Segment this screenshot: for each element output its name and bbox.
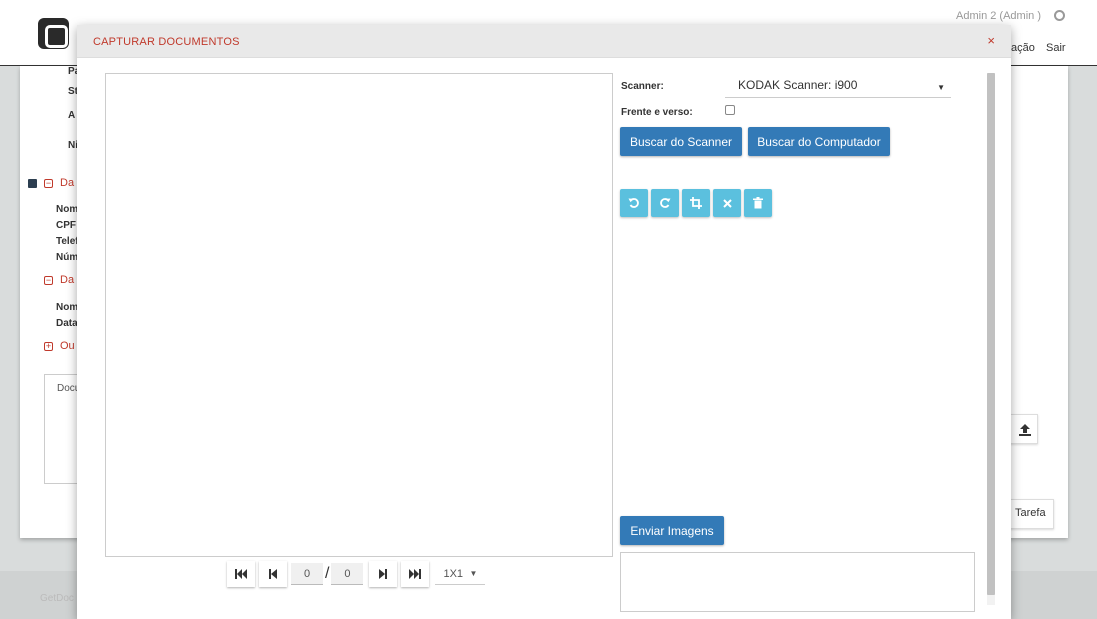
- computer-button[interactable]: Buscar do Computador: [748, 127, 890, 156]
- section-title[interactable]: Da: [60, 177, 74, 189]
- delete-button[interactable]: [713, 189, 741, 217]
- rotate-right-button[interactable]: [651, 189, 679, 217]
- duplex-checkbox[interactable]: [725, 105, 735, 115]
- first-page-icon: [235, 569, 247, 579]
- scrollbar[interactable]: [987, 73, 995, 605]
- scanner-select[interactable]: KODAK Scanner: i900 ▼: [725, 78, 951, 98]
- scan-button[interactable]: Buscar do Scanner: [620, 127, 742, 156]
- field-label: Nom: [56, 302, 79, 313]
- crop-button[interactable]: [682, 189, 710, 217]
- expand-icon[interactable]: +: [44, 342, 53, 351]
- first-page-button[interactable]: [227, 561, 255, 587]
- close-icon: [722, 198, 732, 208]
- total-pages: 0: [331, 563, 364, 585]
- current-page-input[interactable]: 0: [291, 563, 323, 585]
- nav-logout[interactable]: Sair: [1046, 42, 1066, 54]
- zoom-value: 1X1: [443, 567, 464, 580]
- user-icon[interactable]: [1054, 10, 1065, 21]
- rotate-right-icon: [660, 198, 671, 208]
- zoom-select[interactable]: 1X1 ▼: [435, 563, 486, 585]
- section-title[interactable]: Da: [60, 274, 74, 286]
- field-label: A: [68, 110, 76, 121]
- field-label: Telef: [56, 236, 79, 247]
- rotate-left-icon: [628, 198, 639, 208]
- chevron-down-icon: ▼: [937, 83, 945, 92]
- output-box: [620, 552, 975, 612]
- chevron-down-icon: ▼: [469, 569, 478, 578]
- prev-page-icon: [269, 569, 277, 579]
- page-separator: /: [325, 565, 330, 582]
- modal-title: CAPTURAR DOCUMENTOS: [93, 36, 240, 48]
- field-label: CPF: [56, 220, 76, 231]
- upload-icon: [1019, 424, 1031, 436]
- next-page-button[interactable]: [369, 561, 398, 587]
- collapse-icon[interactable]: −: [44, 179, 53, 188]
- scrollbar-thumb[interactable]: [987, 73, 995, 595]
- crop-icon: [690, 197, 702, 209]
- app-logo: [38, 18, 69, 49]
- field-label: Núm: [56, 252, 79, 263]
- field-label: Data: [56, 318, 78, 329]
- send-images-button[interactable]: Enviar Imagens: [620, 516, 724, 545]
- pager: 0 / 0 1X1 ▼: [227, 560, 486, 588]
- field-label: Nom: [56, 204, 79, 215]
- prev-page-button[interactable]: [259, 561, 287, 587]
- rotate-left-button[interactable]: [620, 189, 648, 217]
- scanner-label: Scanner:: [621, 81, 664, 92]
- section-title[interactable]: Ou: [60, 340, 75, 352]
- image-viewer[interactable]: [105, 73, 613, 557]
- trash-icon: [753, 197, 763, 209]
- last-page-icon: [409, 569, 422, 579]
- trash-button[interactable]: [744, 189, 772, 217]
- close-icon[interactable]: ×: [987, 33, 995, 48]
- user-name[interactable]: Admin 2 (Admin ): [956, 10, 1041, 22]
- expand-all-icon[interactable]: [28, 179, 37, 188]
- duplex-label: Frente e verso:: [621, 107, 693, 118]
- collapse-icon[interactable]: −: [44, 276, 53, 285]
- footer-text: GetDoc: [40, 593, 74, 604]
- scanner-value: KODAK Scanner: i900: [738, 78, 858, 92]
- next-page-icon: [379, 569, 388, 579]
- last-page-button[interactable]: [401, 561, 430, 587]
- modal-header: CAPTURAR DOCUMENTOS ×: [77, 25, 1011, 58]
- nav-item[interactable]: ação: [1011, 42, 1035, 54]
- capture-documents-modal: CAPTURAR DOCUMENTOS × 0 / 0 1X1 ▼ Scanne…: [77, 25, 1011, 619]
